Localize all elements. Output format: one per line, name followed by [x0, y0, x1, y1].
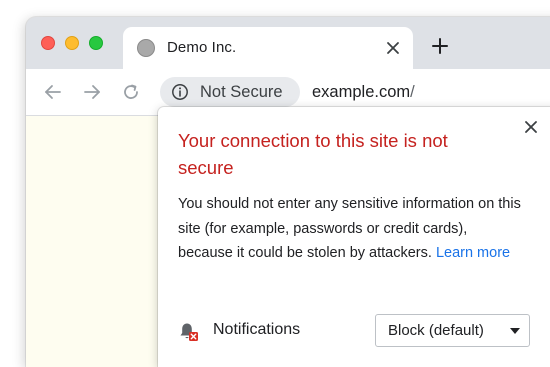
notifications-permission-select[interactable]: Block (default) — [375, 314, 530, 347]
permission-row-notifications: Notifications Block (default) — [178, 312, 538, 348]
address-bar-url[interactable]: example.com/ — [312, 83, 415, 102]
chevron-down-icon — [510, 328, 520, 334]
learn-more-link[interactable]: Learn more — [436, 245, 510, 261]
reload-icon[interactable] — [121, 82, 141, 102]
tab-title: Demo Inc. — [167, 39, 237, 56]
info-icon — [172, 84, 188, 100]
tab-demo-inc[interactable]: Demo Inc. — [123, 27, 413, 69]
arrow-left-icon[interactable] — [43, 82, 63, 102]
window-close-button[interactable] — [41, 36, 55, 50]
permission-label: Notifications — [213, 321, 301, 338]
window-minimize-button[interactable] — [65, 36, 79, 50]
arrow-right-icon[interactable] — [82, 82, 102, 102]
window-maximize-button[interactable] — [89, 36, 103, 50]
url-host: example.com — [312, 83, 411, 101]
security-indicator-button[interactable]: Not Secure — [160, 77, 300, 107]
generic-globe-icon — [137, 39, 155, 57]
popup-body: You should not enter any sensitive infor… — [178, 192, 523, 266]
site-security-popup: Your connection to this site is not secu… — [158, 107, 550, 367]
permission-select-value: Block (default) — [388, 322, 484, 339]
close-icon[interactable] — [523, 119, 539, 135]
popup-title: Your connection to this site is not secu… — [178, 130, 448, 178]
plus-icon[interactable] — [432, 38, 448, 54]
url-path: / — [410, 83, 415, 101]
security-label: Not Secure — [200, 83, 283, 101]
notifications-blocked-icon — [180, 323, 198, 341]
close-icon[interactable] — [385, 40, 401, 56]
